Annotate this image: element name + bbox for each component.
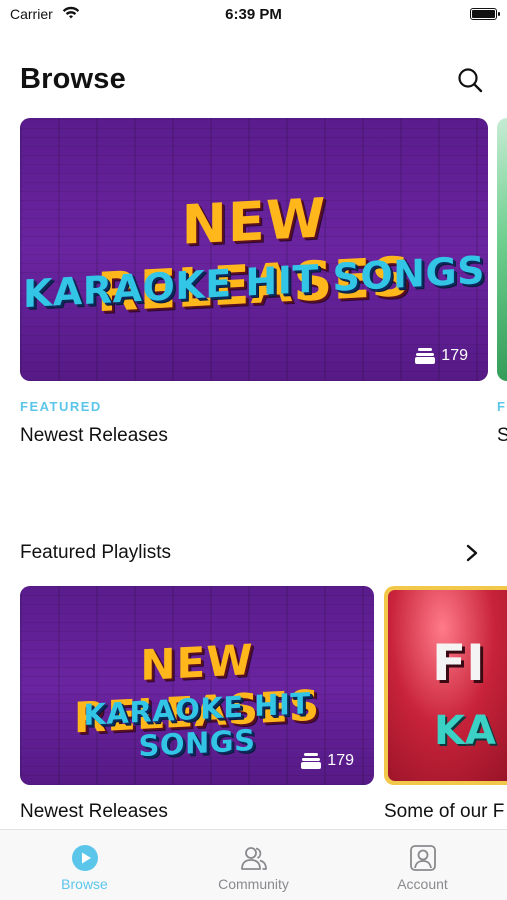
status-bar: Carrier 6:39 PM	[0, 0, 507, 30]
song-count-badge: 179	[415, 347, 468, 365]
playlist-name[interactable]: Some of our F	[384, 801, 504, 823]
playlist-artwork: FI KA	[388, 590, 507, 781]
tab-account[interactable]: Account	[338, 830, 507, 900]
clock: 6:39 PM	[225, 6, 282, 23]
tab-bar: Browse Community Account	[0, 829, 507, 900]
song-count: 179	[441, 347, 468, 364]
next-featured-label: F	[497, 399, 505, 414]
playlist-name[interactable]: Newest Releases	[20, 801, 168, 823]
stack-icon	[301, 753, 322, 769]
song-count-badge: 179	[301, 752, 354, 770]
next-banner-peek[interactable]	[497, 118, 507, 381]
section-title: Featured Playlists	[20, 542, 172, 563]
art-title: FI	[432, 634, 485, 692]
featured-banner[interactable]: NEW RELEASES KARAOKE HIT SONGS 179	[20, 118, 488, 381]
chevron-right-icon[interactable]	[463, 543, 481, 563]
song-count: 179	[327, 752, 354, 769]
page-title: Browse	[20, 63, 126, 95]
featured-name[interactable]: Newest Releases	[20, 425, 168, 447]
tab-browse[interactable]: Browse	[0, 830, 169, 900]
art-subtitle: KA	[434, 708, 496, 754]
playlist-card[interactable]: NEW RELEASES KARAOKE HIT SONGS 179	[20, 586, 374, 785]
search-icon[interactable]	[457, 67, 483, 93]
tab-label: Account	[397, 876, 448, 892]
play-circle-icon	[71, 845, 98, 871]
playlist-card[interactable]: FI KA	[384, 586, 507, 785]
featured-label: FEATURED	[20, 399, 102, 414]
person-square-icon	[409, 845, 436, 871]
people-icon	[240, 847, 267, 870]
banner-artwork: NEW RELEASES KARAOKE HIT SONGS	[20, 118, 488, 381]
tab-label: Browse	[61, 876, 108, 892]
tab-label: Community	[218, 876, 289, 892]
next-featured-name[interactable]: S	[497, 425, 507, 447]
tab-community[interactable]: Community	[169, 830, 338, 900]
battery-icon	[470, 8, 500, 20]
stack-icon	[415, 348, 436, 364]
